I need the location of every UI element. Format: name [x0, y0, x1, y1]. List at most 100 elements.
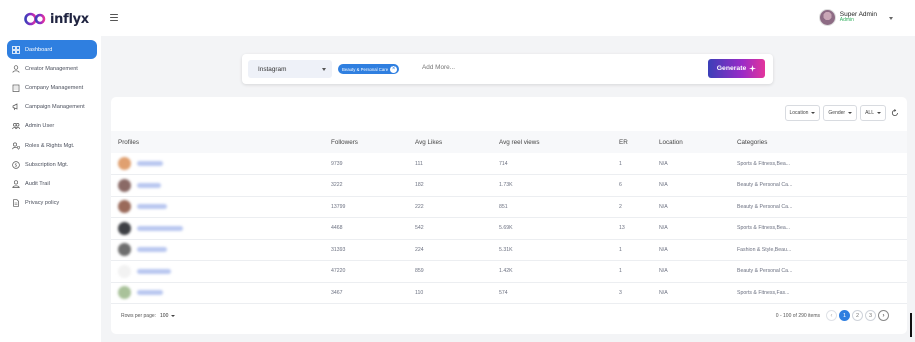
table-row[interactable]: 9739 111 714 1 N/A Sports & Fitness,Bea.… — [111, 153, 907, 175]
search-bar: Instagram Beauty & Personal Care × Gener… — [242, 54, 773, 84]
chip-label: Beauty & Personal Care — [342, 66, 389, 72]
avg-likes-cell: 110 — [415, 289, 424, 296]
add-more-input[interactable] — [422, 64, 542, 71]
categories-cell: Beauty & Personal Ca... — [737, 203, 793, 210]
profile-cell[interactable] — [111, 218, 331, 240]
items-range: 0 - 100 of 290 items — [775, 312, 820, 319]
column-header[interactable]: Avg reel views — [499, 131, 619, 153]
profiles-card: Location Gender ALL Profiles Followers A… — [111, 97, 907, 334]
avg-reel-views-cell: 5.31K — [499, 246, 513, 253]
next-page-button[interactable]: › — [878, 310, 889, 321]
user-icon — [12, 65, 20, 73]
er-cell: 6 — [619, 182, 622, 189]
menu-toggle-icon[interactable] — [110, 14, 118, 21]
categories-cell: Sports & Fitness,Fas... — [737, 289, 790, 296]
dashboard-icon — [12, 45, 20, 54]
location-cell: N/A — [659, 225, 668, 232]
profile-cell[interactable] — [111, 153, 331, 175]
er-cell: 1 — [619, 268, 622, 275]
avg-likes-cell: 111 — [415, 160, 423, 167]
table-header: Profiles Followers Avg Likes Avg reel vi… — [111, 131, 907, 153]
profile-avatar — [118, 178, 131, 192]
platform-select[interactable]: Instagram — [248, 60, 332, 78]
sidebar: inflyx Dashboard Creator Management Comp… — [0, 0, 101, 342]
close-icon[interactable]: × — [390, 65, 398, 73]
sidebar-item-subscription[interactable]: $ Subscription Mgt. — [7, 155, 97, 174]
er-cell: 3 — [619, 289, 622, 296]
profile-name-blurred[interactable] — [137, 225, 183, 231]
gender-filter[interactable]: Gender — [823, 105, 858, 121]
profile-avatar — [118, 286, 131, 300]
column-header[interactable]: Avg Likes — [415, 131, 499, 153]
table-row[interactable]: 13799 222 851 2 N/A Beauty & Personal Ca… — [111, 196, 907, 218]
sidebar-item-company-management[interactable]: Company Management — [7, 78, 97, 97]
profile-name-blurred[interactable] — [137, 268, 171, 274]
chevron-down-icon — [322, 68, 326, 71]
sidebar-item-dashboard[interactable]: Dashboard — [7, 40, 97, 60]
user-menu[interactable]: Super Admin Admin — [818, 9, 893, 26]
profile-name-blurred[interactable] — [137, 182, 161, 188]
page-button-1[interactable]: 1 — [839, 310, 850, 321]
megaphone-icon — [12, 103, 18, 111]
profile-cell[interactable] — [111, 196, 331, 218]
sidebar-item-privacy-policy[interactable]: Privacy policy — [7, 194, 97, 213]
top-bar: Super Admin Admin — [101, 0, 915, 36]
all-filter[interactable]: ALL — [860, 105, 886, 121]
sidebar-item-admin-user[interactable]: Admin User — [7, 117, 97, 136]
profile-cell[interactable] — [111, 261, 331, 283]
brand-logo[interactable]: inflyx — [24, 9, 89, 29]
avg-reel-views-cell: 851 — [499, 203, 508, 210]
profile-name-blurred[interactable] — [137, 204, 167, 210]
profile-cell[interactable] — [111, 282, 331, 304]
sidebar-item-audit-trail[interactable]: Audit Trail — [7, 174, 97, 193]
profile-name-blurred[interactable] — [137, 247, 167, 253]
chevron-down-icon — [877, 112, 881, 114]
generate-button[interactable]: Generate — [708, 59, 765, 78]
categories-cell: Sports & Fitness,Bea... — [737, 160, 791, 167]
page-button-2[interactable]: 2 — [852, 310, 863, 321]
column-header[interactable]: Location — [659, 131, 737, 153]
followers-cell: 47220 — [331, 268, 346, 275]
followers-cell: 4468 — [331, 225, 343, 232]
column-header[interactable]: ER — [619, 131, 659, 153]
followers-cell: 31393 — [331, 246, 346, 253]
followers-cell: 3222 — [331, 182, 343, 189]
sidebar-item-label: Privacy policy — [25, 200, 60, 207]
column-header[interactable]: Categories — [737, 131, 907, 153]
categories-cell: Beauty & Personal Ca... — [737, 268, 793, 275]
text-cursor — [910, 313, 912, 337]
sidebar-item-creator-management[interactable]: Creator Management — [7, 59, 97, 78]
sparkle-icon — [749, 65, 757, 72]
sidebar-nav: Dashboard Creator Management Company Man… — [7, 40, 97, 213]
table-row[interactable]: 3467 110 574 3 N/A Sports & Fitness,Fas.… — [111, 282, 907, 304]
avatar — [818, 9, 836, 26]
profile-cell[interactable] — [111, 239, 331, 261]
table-row[interactable]: 3222 182 1.73K 6 N/A Beauty & Personal C… — [111, 175, 907, 197]
column-header[interactable]: Followers — [331, 131, 415, 153]
profile-name-blurred[interactable] — [137, 290, 163, 296]
avg-likes-cell: 542 — [415, 225, 424, 232]
sidebar-item-campaign-management[interactable]: Campaign Management — [7, 98, 97, 117]
page-button-3[interactable]: 3 — [865, 310, 876, 321]
filters: Location Gender ALL — [784, 105, 902, 121]
table-row[interactable]: 4468 542 5.69K 13 N/A Sports & Fitness,B… — [111, 218, 907, 240]
users-icon — [12, 123, 20, 130]
followers-cell: 9739 — [331, 160, 343, 167]
prev-page-button[interactable]: ‹ — [826, 310, 837, 321]
sidebar-item-label: Creator Management — [25, 65, 78, 72]
filter-label: ALL — [865, 110, 874, 116]
refresh-icon[interactable] — [889, 105, 901, 121]
rows-per-page-label: Rows per page: — [121, 313, 157, 319]
sidebar-item-roles-rights[interactable]: Roles & Rights Mgt. — [7, 136, 97, 155]
column-header[interactable]: Profiles — [111, 131, 331, 153]
location-filter[interactable]: Location — [784, 105, 821, 121]
rows-per-page-value: 100 — [160, 313, 169, 319]
er-cell: 1 — [619, 246, 622, 253]
table-row[interactable]: 31393 224 5.31K 1 N/A Fashion & Style,Be… — [111, 239, 907, 261]
avg-reel-views-cell: 1.73K — [499, 182, 513, 189]
profile-cell[interactable] — [111, 175, 331, 197]
rows-per-page-select[interactable]: 100 — [160, 313, 176, 319]
table-row[interactable]: 47220 859 1.42K 1 N/A Beauty & Personal … — [111, 261, 907, 283]
profile-name-blurred[interactable] — [137, 161, 163, 166]
er-cell: 1 — [619, 160, 622, 167]
